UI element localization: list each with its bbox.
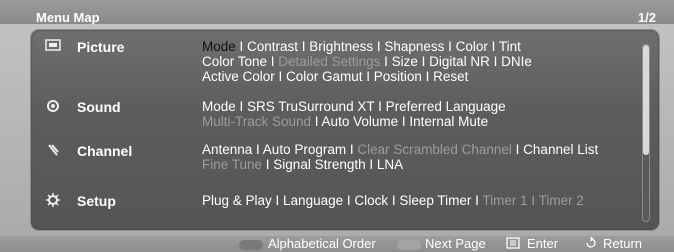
category-label: Sound [77, 99, 121, 115]
menu-item[interactable]: I Auto Volume I Internal Mute [311, 114, 488, 129]
enter-label[interactable]: Enter [527, 237, 558, 251]
menu-item[interactable]: Antenna I Auto Program I [202, 142, 357, 157]
sound-icon [44, 99, 62, 113]
menu-item[interactable]: Active Color I Color Gamut I Position I … [202, 69, 468, 84]
menu-panel: Picture Mode I Contrast I Brightness I S… [30, 29, 660, 231]
menu-item-line[interactable]: Antenna I Auto Program I Clear Scrambled… [202, 142, 642, 157]
picture-items[interactable]: Mode I Contrast I Brightness I Shapness … [202, 39, 642, 84]
title-bar [0, 0, 674, 24]
setup-items[interactable]: Plug & Play I Language I Clock I Sleep T… [202, 193, 642, 208]
menu-item-line[interactable]: Mode I Contrast I Brightness I Shapness … [202, 39, 642, 54]
channel-items[interactable]: Antenna I Auto Program I Clear Scrambled… [202, 142, 642, 172]
menu-title: Menu Map [36, 10, 100, 25]
menu-item-line[interactable]: Plug & Play I Language I Clock I Sleep T… [202, 193, 642, 208]
menu-item[interactable]: I Size I Digital NR I DNIe [380, 54, 532, 69]
menu-item-line[interactable]: Mode I SRS TruSurround XT I Preferred La… [202, 99, 642, 114]
menu-item[interactable]: Color Tone I [202, 54, 278, 69]
disabled-menu-item: Multi-Track Sound [202, 114, 312, 129]
enter-icon [506, 237, 520, 252]
disabled-menu-item: Detailed Settings [278, 54, 381, 69]
disabled-menu-item: Fine Tune [202, 157, 263, 172]
channel-icon [44, 143, 62, 157]
menu-item[interactable]: I Signal Strength I LNA [262, 157, 403, 172]
disabled-menu-item: Timer 1 I Timer 2 [482, 193, 584, 208]
disabled-menu-item: Clear Scrambled Channel [357, 142, 512, 157]
sound-items[interactable]: Mode I SRS TruSurround XT I Preferred La… [202, 99, 642, 129]
menu-item[interactable]: I Channel List [512, 142, 599, 157]
next-page-button-icon [397, 240, 421, 250]
return-icon [584, 236, 597, 252]
menu-item[interactable]: I Contrast I Brightness I Shapness I Col… [236, 39, 521, 54]
alphabetical-order-button-icon [239, 240, 263, 250]
return-label[interactable]: Return [603, 237, 642, 251]
picture-icon [44, 39, 62, 53]
menu-item-line[interactable]: Fine Tune I Signal Strength I LNA [202, 157, 642, 172]
alphabetical-order-label[interactable]: Alphabetical Order [268, 237, 376, 251]
setup-icon [44, 193, 62, 207]
menu-item-line[interactable]: Color Tone I Detailed Settings I Size I … [202, 54, 642, 69]
menu-item-line[interactable]: Active Color I Color Gamut I Position I … [202, 69, 642, 84]
selected-menu-item[interactable]: Mode [202, 39, 236, 54]
category-label: Picture [77, 39, 125, 55]
menu-item[interactable]: Mode I SRS TruSurround XT I Preferred La… [202, 99, 506, 114]
scrollbar-thumb[interactable] [643, 45, 649, 155]
page-indicator: 1/2 [637, 10, 656, 25]
category-label: Channel [77, 143, 133, 159]
next-page-label[interactable]: Next Page [425, 237, 486, 251]
menu-item-line[interactable]: Multi-Track Sound I Auto Volume I Intern… [202, 114, 642, 129]
menu-item[interactable]: Plug & Play I Language I Clock I Sleep T… [202, 193, 482, 208]
scrollbar[interactable] [642, 44, 650, 222]
category-label: Setup [77, 193, 116, 209]
